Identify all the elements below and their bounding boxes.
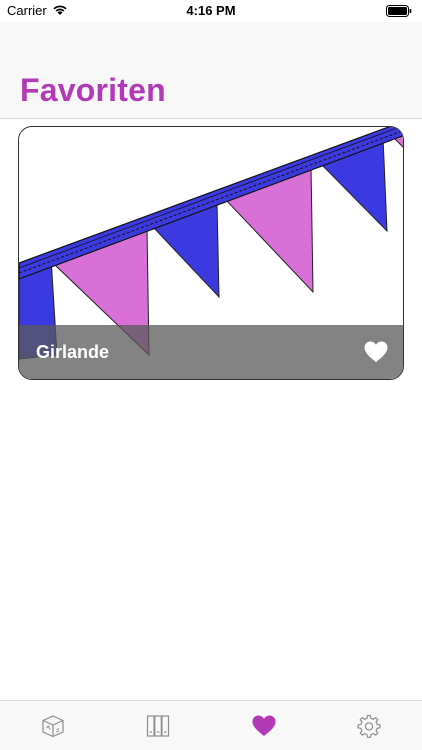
favorite-card[interactable]: Girlande <box>18 126 404 380</box>
card-footer: Girlande <box>19 325 403 379</box>
gear-icon <box>357 714 380 738</box>
page-title: Favoriten <box>20 72 166 108</box>
tab-cube[interactable] <box>0 701 105 750</box>
heart-icon[interactable] <box>363 340 389 364</box>
battery-icon <box>386 5 412 17</box>
status-time: 4:16 PM <box>186 3 236 18</box>
status-bar: Carrier 4:16 PM <box>0 0 422 22</box>
cube-icon <box>41 715 64 738</box>
card-title: Girlande <box>36 342 110 362</box>
books-icon <box>146 715 169 737</box>
tab-favorites[interactable] <box>211 701 316 750</box>
heart-icon <box>252 715 275 736</box>
tab-bar <box>0 700 422 750</box>
tab-library[interactable] <box>105 701 210 750</box>
navigation-bar: Favoriten <box>0 22 422 119</box>
tab-settings[interactable] <box>316 701 421 750</box>
